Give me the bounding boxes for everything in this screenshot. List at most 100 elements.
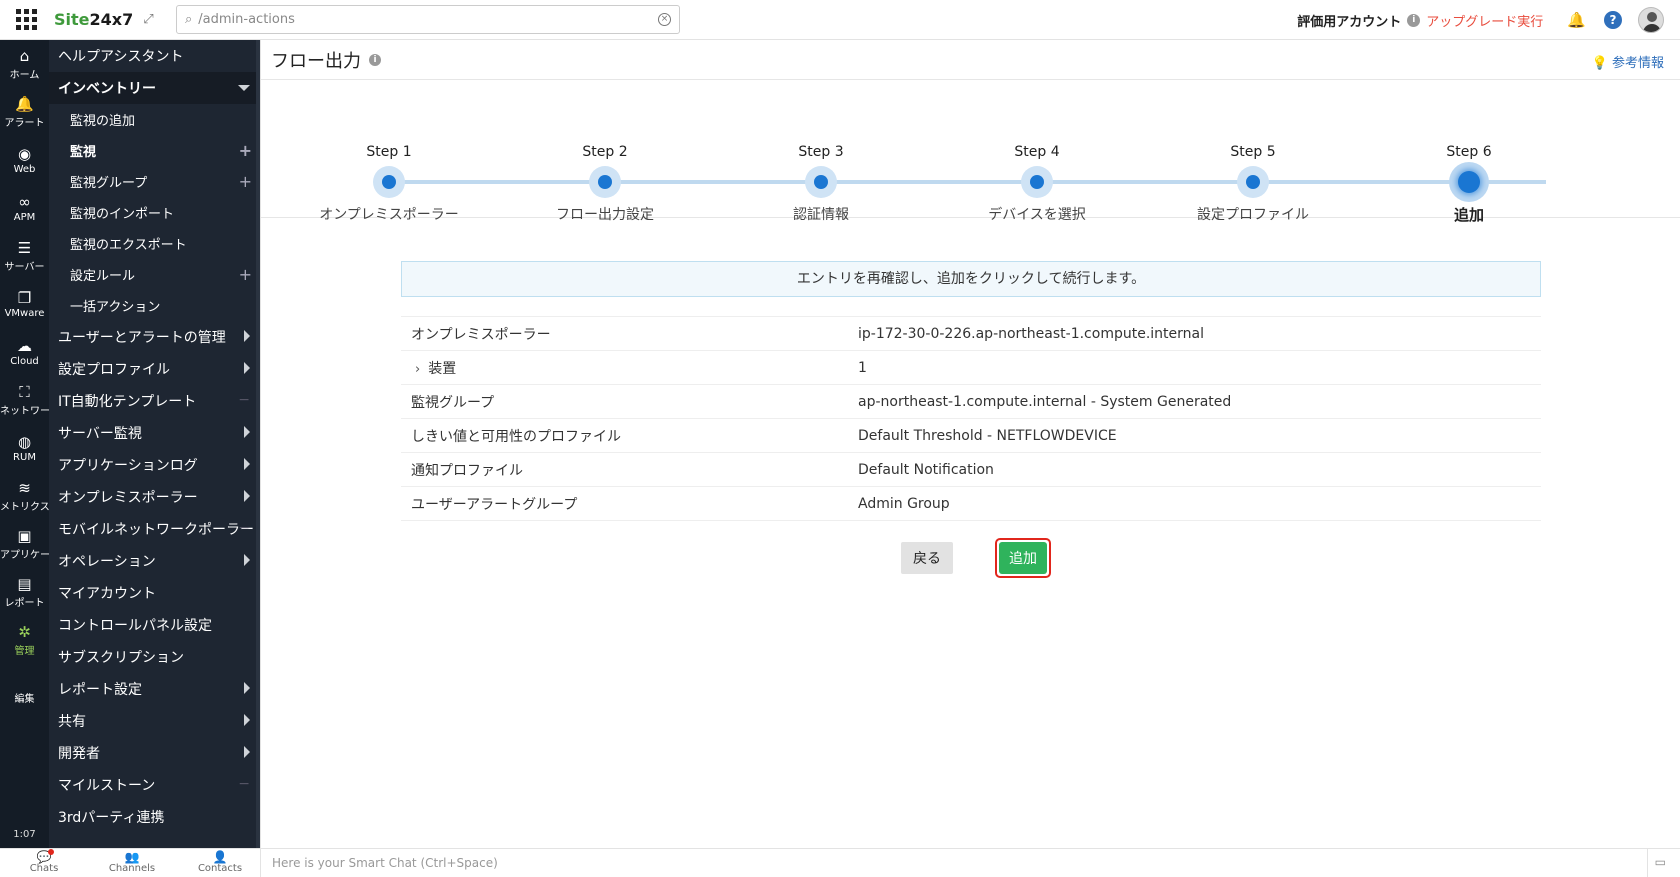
chats-label: Chats <box>29 863 59 874</box>
sidebar-item[interactable]: インベントリー <box>49 72 260 104</box>
chat-window-icon[interactable]: ▭ <box>1655 855 1666 869</box>
sidebar-item[interactable]: 監視のインポート <box>49 197 260 228</box>
sidebar-item[interactable]: 開発者 <box>49 737 260 769</box>
report-icon: ▤ <box>17 574 32 593</box>
rail-item[interactable]: ☰ サーバー <box>0 232 49 280</box>
sidebar-item[interactable]: 監視の追加 <box>49 104 260 135</box>
sidebar-item[interactable]: マイアカウント <box>49 577 260 609</box>
sidebar-item[interactable]: ヘルプアシスタント <box>49 40 260 72</box>
summary-key-label: 監視グループ <box>411 394 495 411</box>
rail-item-label: アラート <box>4 117 45 129</box>
search-icon: ⌕ <box>185 12 193 27</box>
sidebar-item[interactable]: 設定プロファイル <box>49 353 260 385</box>
sidebar-item[interactable]: サーバー監視 <box>49 417 260 449</box>
page-info-icon[interactable]: i <box>369 53 381 66</box>
sidebar-item-label: 監視のインポート <box>70 207 175 222</box>
rail-item[interactable]: ▤ レポート <box>0 568 49 616</box>
smart-chat-input[interactable]: Here is your Smart Chat (Ctrl+Space) <box>260 849 1648 877</box>
icon-rail: ⌂ ホーム 🔔 アラート ◉ Web ∞ APM ☰ サーバー ❐ VMware ☁ Cloud ⛶ ネットワ… <box>0 40 49 848</box>
sidebar-item[interactable]: 共有 <box>49 705 260 737</box>
sidebar-item[interactable]: オペレーション <box>49 545 260 577</box>
rail-item[interactable]: ≋ メトリクス <box>0 472 49 520</box>
rail-item[interactable]: 🔔 アラート <box>0 88 49 136</box>
summary-key: オンプレミスポーラー <box>401 324 858 344</box>
rail-item[interactable]: 編集 <box>0 664 49 712</box>
sidebar-item-label: 監視の追加 <box>70 114 136 129</box>
sidebar-item[interactable]: コントロールパネル設定 <box>49 609 260 641</box>
rail-item-label: ホーム <box>9 69 40 81</box>
rail-item[interactable]: ❐ VMware <box>0 280 49 328</box>
rail-item[interactable]: ⌂ ホーム <box>0 40 49 88</box>
summary-key[interactable]: › 装置 <box>401 358 858 378</box>
help-icon[interactable]: ? <box>1604 11 1622 29</box>
home-icon: ⌂ <box>19 46 30 65</box>
account-info-icon[interactable]: i <box>1407 13 1421 27</box>
sidebar-item[interactable]: レポート設定 <box>49 673 260 705</box>
sidebar-item[interactable]: マイルストーン − <box>49 769 260 801</box>
sidebar-item-label: 開発者 <box>58 746 100 762</box>
sidebar-item[interactable]: モバイルネットワークポーラー − <box>49 513 260 545</box>
expand-chevron-icon[interactable]: › <box>415 362 420 377</box>
sidebar-item[interactable]: ユーザーとアラートの管理 <box>49 321 260 353</box>
rail-item[interactable]: ☁ Cloud <box>0 328 49 376</box>
rail-item[interactable]: ∞ APM <box>0 184 49 232</box>
rail-item-label: 編集 <box>14 693 35 705</box>
bell-icon: 🔔 <box>15 94 34 113</box>
step-name: デバイスを選択 <box>988 207 1086 223</box>
server-icon: ☰ <box>17 238 32 257</box>
rail-item[interactable]: ◉ Web <box>0 136 49 184</box>
step-dot-inner <box>382 175 396 189</box>
expand-icon[interactable]: ⤢ <box>143 12 153 27</box>
summary-table: オンプレミスポーラー ip-172-30-0-226.ap-northeast-1… <box>401 316 1541 521</box>
sidebar-item[interactable]: 監視グループ + <box>49 166 260 197</box>
notifications-bell-icon[interactable]: 🔔 <box>1567 11 1586 29</box>
rail-item[interactable]: ⛶ ネットワーク <box>0 376 49 424</box>
chevron-right-icon <box>244 682 250 694</box>
summary-value: 1 <box>858 359 867 376</box>
summary-value: Admin Group <box>858 495 950 512</box>
contacts-tab[interactable]: 👤 Contacts <box>176 851 264 874</box>
sidebar-item-label: オンプレミスポーラー <box>58 490 198 506</box>
summary-row: しきい値と可用性のプロファイル Default Threshold - NETFL… <box>401 419 1541 453</box>
rail-item[interactable]: ▣ アプリケーション <box>0 520 49 568</box>
account-label: 評価用アカウント <box>1297 14 1402 30</box>
sidebar-item[interactable]: サブスクリプション <box>49 641 260 673</box>
sidebar-item-label: 設定プロファイル <box>58 362 170 378</box>
rail-item[interactable]: ◍ RUM <box>0 424 49 472</box>
plus-icon[interactable]: + <box>239 265 252 284</box>
plus-icon[interactable]: + <box>239 172 252 191</box>
user-avatar[interactable] <box>1638 7 1664 33</box>
reference-link[interactable]: 💡 参考情報 <box>1592 52 1664 71</box>
bulb-icon: 💡 <box>1591 56 1608 71</box>
plus-icon[interactable]: + <box>239 141 252 160</box>
add-button-highlight: 追加 <box>995 538 1051 578</box>
sidebar-item[interactable]: アプリケーションログ <box>49 449 260 481</box>
search-bar[interactable]: ⌕ × <box>176 5 680 34</box>
app-grid-icon[interactable] <box>12 6 40 34</box>
rail-time: 1:07 <box>13 829 36 840</box>
summary-row: 監視グループ ap-northeast-1.compute.internal - … <box>401 385 1541 419</box>
sidebar-item[interactable]: IT自動化テンプレート − <box>49 385 260 417</box>
chats-tab[interactable]: 💬 Chats <box>0 849 88 874</box>
clear-search-icon[interactable]: × <box>658 13 671 26</box>
sidebar-item[interactable]: 3rdパーティ連携 <box>49 801 260 833</box>
chevron-right-icon <box>244 714 250 726</box>
step-dot <box>1237 166 1269 198</box>
rail-item-label: Cloud <box>10 355 39 367</box>
upgrade-link[interactable]: アップグレード実行 <box>1426 11 1543 30</box>
rail-item[interactable]: ✲ 管理 <box>0 616 49 664</box>
sidebar-item[interactable]: 設定ルール + <box>49 259 260 290</box>
sidebar-item[interactable]: 監視 + <box>49 135 260 166</box>
site24x7-logo[interactable]: Site24x7 <box>54 10 133 29</box>
globe-icon: ◉ <box>17 144 32 163</box>
back-button[interactable]: 戻る <box>901 542 953 574</box>
add-button[interactable]: 追加 <box>999 542 1047 574</box>
top-bar: Site24x7 ⤢ ⌕ × 評価用アカウント i アップグレード実行 🔔 ? <box>0 0 1680 40</box>
rum-icon: ◍ <box>17 432 32 451</box>
sidebar-item[interactable]: オンプレミスポーラー <box>49 481 260 513</box>
search-input[interactable] <box>198 7 658 32</box>
step-number: Step 1 <box>366 144 412 160</box>
sidebar-item[interactable]: 監視のエクスポート <box>49 228 260 259</box>
sidebar-item[interactable]: 一括アクション <box>49 290 260 321</box>
channels-tab[interactable]: 👥 Channels <box>88 851 176 874</box>
